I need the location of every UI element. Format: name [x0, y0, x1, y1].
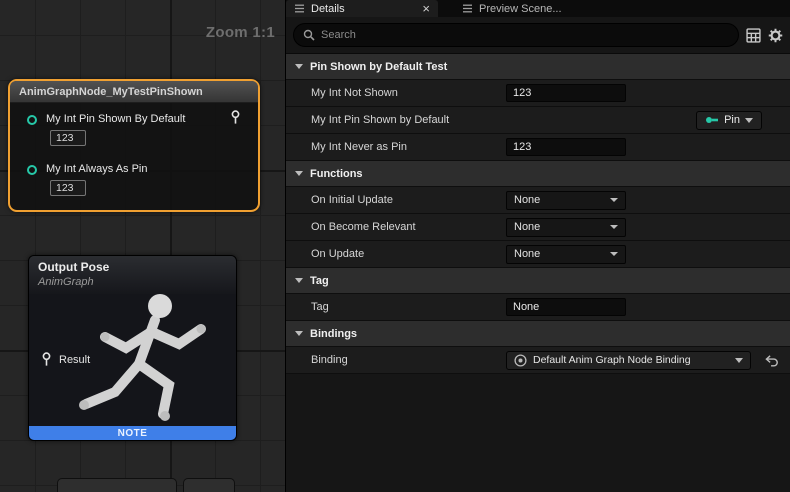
- detail-row: On Become Relevant None: [286, 214, 790, 241]
- note-bar: NOTE: [29, 426, 236, 440]
- category-header-pin-shown-test[interactable]: Pin Shown by Default Test: [286, 54, 790, 80]
- pin-label: My Int Always As Pin: [46, 163, 147, 175]
- chevron-down-icon: [610, 225, 618, 229]
- reset-to-default-icon[interactable]: [765, 354, 779, 367]
- tag-input[interactable]: [506, 298, 626, 316]
- chevron-down-icon: [295, 278, 303, 283]
- details-tab-icon: [294, 3, 305, 14]
- zoom-level-label: Zoom 1:1: [206, 24, 275, 41]
- property-label: My Int Never as Pin: [286, 141, 506, 153]
- result-pin-icon: [41, 352, 52, 367]
- property-label: My Int Pin Shown by Default: [286, 114, 506, 126]
- function-dropdown[interactable]: None: [506, 245, 626, 264]
- chevron-down-icon: [610, 198, 618, 202]
- int-value-input[interactable]: [506, 138, 626, 156]
- detail-row: On Update None: [286, 241, 790, 268]
- result-pin-label: Result: [59, 354, 90, 366]
- property-label: Binding: [286, 354, 506, 366]
- tab-bar: Details × Preview Scene...: [286, 0, 790, 17]
- chevron-down-icon: [295, 171, 303, 176]
- detail-row: My Int Pin Shown by Default Pin: [286, 107, 790, 134]
- tab-preview-scene[interactable]: Preview Scene...: [454, 0, 570, 17]
- node-title: Output Pose: [38, 260, 109, 274]
- property-label: On Initial Update: [286, 194, 506, 206]
- settings-gear-icon[interactable]: [768, 28, 783, 43]
- pin-visibility-dropdown[interactable]: Pin: [696, 111, 762, 130]
- property-label: Tag: [286, 301, 506, 313]
- search-input[interactable]: [321, 29, 729, 41]
- property-label: My Int Not Shown: [286, 87, 506, 99]
- display-filter-icon[interactable]: [746, 28, 761, 43]
- node-title[interactable]: AnimGraphNode_MyTestPinShown: [10, 81, 258, 103]
- pin-value-field[interactable]: 123: [50, 180, 86, 196]
- chevron-down-icon: [610, 252, 618, 256]
- pin-label: My Int Pin Shown By Default: [46, 113, 185, 125]
- preview-scene-tab-icon: [462, 3, 473, 14]
- detail-row: On Initial Update None: [286, 187, 790, 214]
- int-value-input[interactable]: [506, 84, 626, 102]
- int-pin-icon[interactable]: [26, 114, 38, 126]
- category-header-tag[interactable]: Tag: [286, 268, 790, 294]
- tab-details[interactable]: Details ×: [286, 0, 438, 17]
- chevron-down-icon: [295, 64, 303, 69]
- result-pin[interactable]: Result: [41, 352, 90, 367]
- pin-icon: [705, 115, 719, 125]
- output-pose-node[interactable]: Output Pose AnimGraph Result NOTE: [28, 255, 237, 441]
- tab-label: Details: [311, 3, 416, 15]
- tab-label: Preview Scene...: [479, 3, 562, 15]
- chevron-down-icon: [295, 331, 303, 336]
- details-toolbar: [286, 17, 790, 54]
- function-dropdown[interactable]: None: [506, 191, 626, 210]
- property-label: On Become Relevant: [286, 221, 506, 233]
- property-label: On Update: [286, 248, 506, 260]
- partial-node[interactable]: [183, 478, 235, 492]
- search-icon: [303, 29, 315, 41]
- binding-dropdown[interactable]: Default Anim Graph Node Binding: [506, 351, 751, 370]
- close-tab-icon[interactable]: ×: [422, 2, 430, 15]
- chevron-down-icon: [735, 358, 743, 363]
- pin-value-field[interactable]: 123: [50, 130, 86, 146]
- search-box[interactable]: [293, 23, 739, 47]
- anim-graph-editor[interactable]: Zoom 1:1 AnimGraphNode_MyTestPinShown My…: [0, 0, 285, 492]
- detail-row: Binding Default Anim Graph Node Binding: [286, 347, 790, 374]
- detail-row: My Int Not Shown: [286, 80, 790, 107]
- category-header-functions[interactable]: Functions: [286, 161, 790, 187]
- details-panel: Details × Preview Scene... Pin Shown: [285, 0, 790, 492]
- int-pin-icon[interactable]: [26, 164, 38, 176]
- function-dropdown[interactable]: None: [506, 218, 626, 237]
- node-subtitle: AnimGraph: [38, 276, 94, 288]
- partial-node[interactable]: [57, 478, 177, 492]
- promote-to-pin-icon[interactable]: [230, 110, 241, 130]
- detail-row: My Int Never as Pin: [286, 134, 790, 161]
- anim-graph-node-test[interactable]: AnimGraphNode_MyTestPinShown My Int Pin …: [8, 79, 260, 212]
- binding-icon: [514, 354, 527, 367]
- detail-row: Tag: [286, 294, 790, 321]
- unreal-editor-window: Zoom 1:1 AnimGraphNode_MyTestPinShown My…: [0, 0, 790, 492]
- category-header-bindings[interactable]: Bindings: [286, 321, 790, 347]
- chevron-down-icon: [745, 118, 753, 123]
